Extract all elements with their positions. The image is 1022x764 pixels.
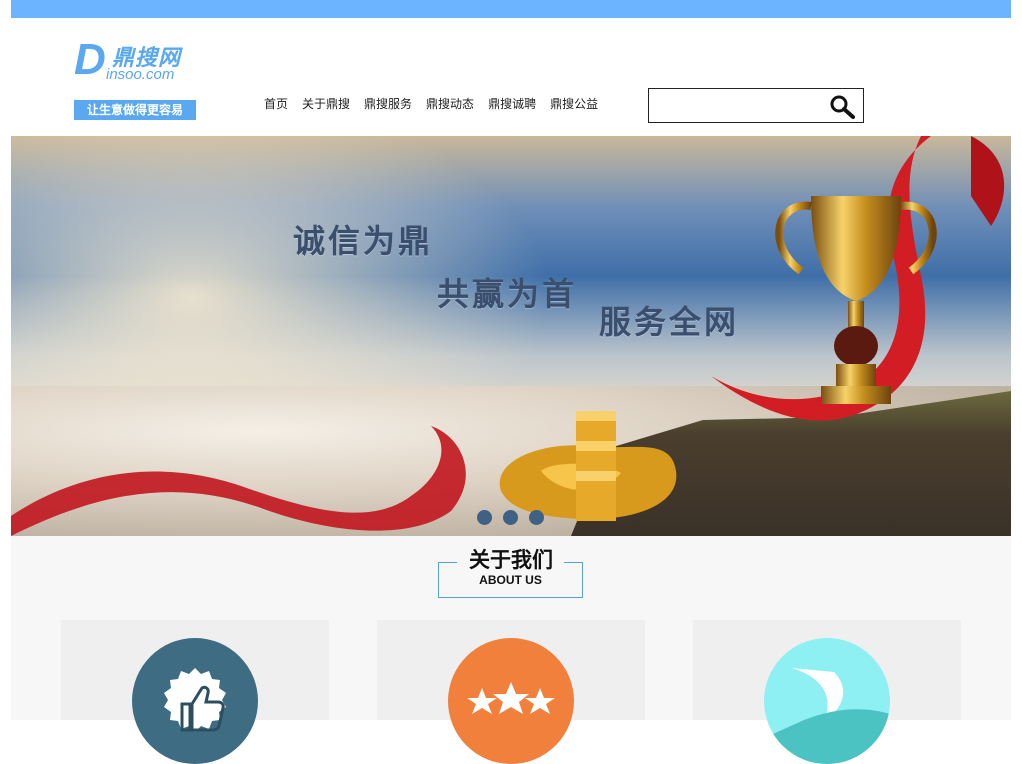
trophy-icon [775,196,937,404]
search-input[interactable] [653,93,823,119]
carousel-dots [477,510,544,525]
logo-domain: insoo.com [106,66,175,83]
logo-letter: D [74,35,106,84]
about-card-1[interactable] [61,620,329,764]
about-card-2[interactable] [377,620,645,764]
carousel-dot-1[interactable] [477,510,492,525]
thumbs-up-icon [132,638,258,764]
carousel-dot-2[interactable] [503,510,518,525]
nav-item-about[interactable]: 关于鼎搜 [302,95,350,112]
site-logo[interactable]: D 鼎搜网 insoo.com 让生意做得更容易 [74,38,196,120]
leaf-swoosh-icon [764,638,890,764]
about-subtitle: ABOUT US [479,573,542,587]
three-stars-icon [448,638,574,764]
magnifier-icon[interactable] [829,95,855,119]
about-section: 关于我们 ABOUT US [11,536,1011,764]
about-title: 关于我们 [469,548,553,572]
logo-slogan: 让生意做得更容易 [74,100,196,120]
top-color-bar [11,0,1011,18]
nav-item-news[interactable]: 鼎搜动态 [426,95,474,112]
about-card-3[interactable] [693,620,961,764]
nav-item-home[interactable]: 首页 [264,95,288,112]
red-ribbon-left [11,426,466,536]
banner-slogan-1: 诚信为鼎 [293,222,434,260]
main-nav: 首页 关于鼎搜 鼎搜服务 鼎搜动态 鼎搜诚聘 鼎搜公益 [264,95,612,112]
hero-banner[interactable]: 诚信为鼎 共赢为首 服务全网 [11,136,1011,536]
search-box [648,88,864,123]
nav-item-services[interactable]: 鼎搜服务 [364,95,412,112]
nav-item-jobs[interactable]: 鼎搜诚聘 [488,95,536,112]
banner-slogan-3: 服务全网 [599,303,740,341]
carousel-dot-3[interactable] [529,510,544,525]
nav-item-charity[interactable]: 鼎搜公益 [550,95,598,112]
banner-slogan-2: 共赢为首 [437,275,578,313]
